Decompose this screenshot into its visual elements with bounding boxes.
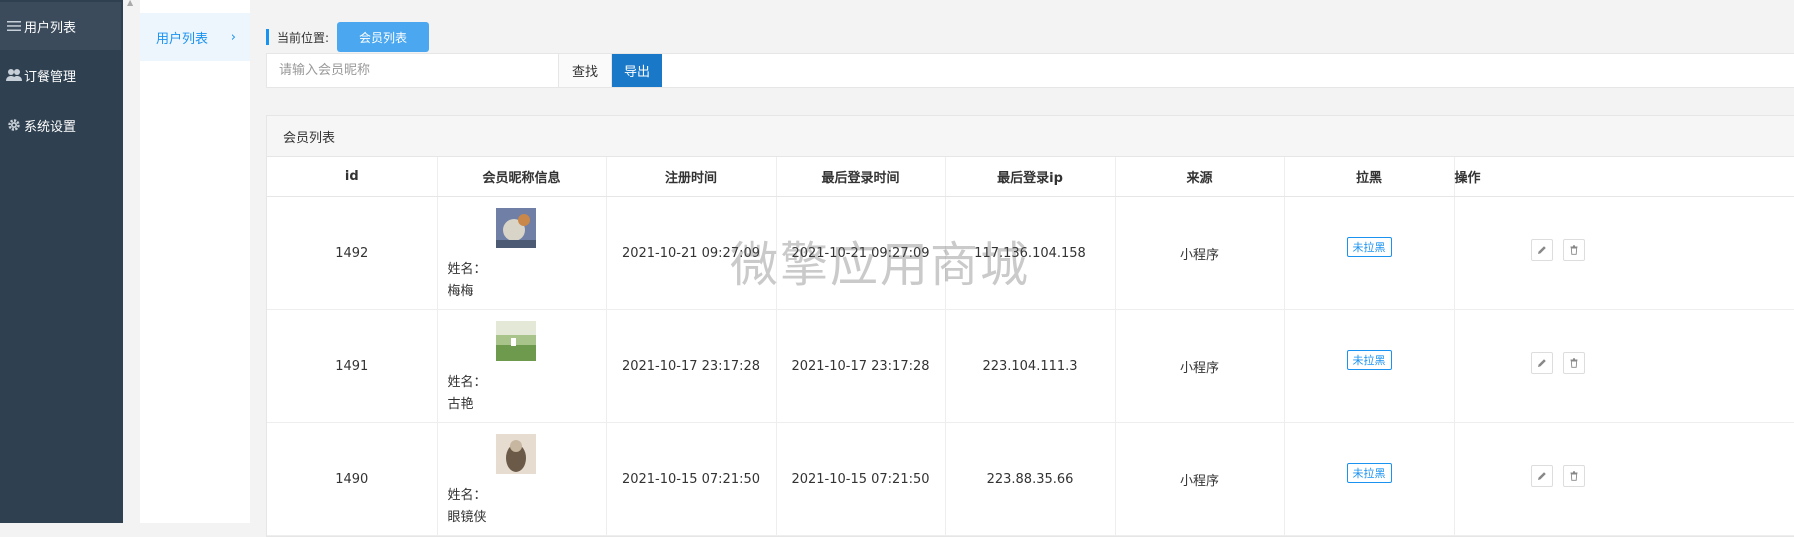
member-name: 梅梅 bbox=[447, 284, 474, 299]
pencil-icon bbox=[1537, 472, 1546, 480]
cell-last-login-time: 2021-10-21 09:27:09 bbox=[776, 196, 946, 310]
cell-source: 小程序 bbox=[1115, 309, 1285, 423]
trash-icon bbox=[1570, 245, 1577, 255]
sidebar-item-user-list[interactable]: 用户列表 bbox=[0, 2, 121, 50]
subnav-item-user-list[interactable]: 用户列表 › bbox=[140, 13, 250, 61]
cell-blacklist: 未拉黑 bbox=[1284, 196, 1455, 310]
table-header-row: id 会员昵称信息 注册时间 最后登录时间 最后登录ip 来源 拉黑 操作 bbox=[267, 157, 1794, 197]
column-header-actions: 操作 bbox=[1454, 157, 1794, 197]
column-header-source: 来源 bbox=[1115, 157, 1285, 197]
breadcrumb-current-button[interactable]: 会员列表 bbox=[337, 22, 430, 52]
cell-last-login-time: 2021-10-15 07:21:50 bbox=[776, 422, 946, 536]
menu-icon bbox=[6, 18, 22, 34]
cell-blacklist: 未拉黑 bbox=[1284, 422, 1455, 536]
name-prefix: 姓名： bbox=[447, 375, 487, 390]
panel-title: 会员列表 bbox=[267, 116, 1794, 157]
cell-last-login-ip: 223.104.111.3 bbox=[945, 309, 1116, 423]
find-button[interactable]: 查找 bbox=[559, 54, 613, 87]
sidebar-item-system-settings[interactable]: 系统设置 bbox=[0, 100, 123, 150]
table-row: 1490 姓名： 眼镜侠 2021-10-15 07:21:50 2021-10… bbox=[267, 422, 1794, 536]
cell-nickname: 姓名： 眼镜侠 bbox=[437, 422, 607, 536]
sub-navigation: 用户列表 › bbox=[140, 0, 250, 523]
edit-button[interactable] bbox=[1530, 352, 1553, 374]
main-content: 当前位置: 会员列表 查找 导出 会员列表 id 会员昵称信息 注册时间 最后登… bbox=[266, 0, 1794, 537]
breadcrumb-marker bbox=[266, 29, 269, 45]
users-icon bbox=[6, 67, 22, 83]
name-prefix: 姓名： bbox=[447, 488, 487, 503]
edit-button[interactable] bbox=[1530, 239, 1553, 261]
sidebar: 用户列表 订餐管理 系统设置 bbox=[0, 0, 123, 523]
delete-button[interactable] bbox=[1562, 465, 1585, 487]
member-name: 眼镜侠 bbox=[447, 510, 487, 525]
column-header-nickname: 会员昵称信息 bbox=[437, 157, 607, 197]
cell-register-time: 2021-10-15 07:21:50 bbox=[606, 422, 777, 536]
delete-button[interactable] bbox=[1562, 352, 1585, 374]
cell-register-time: 2021-10-21 09:27:09 bbox=[606, 196, 777, 310]
blacklist-status-badge[interactable]: 未拉黑 bbox=[1346, 350, 1392, 370]
search-bar: 查找 导出 bbox=[266, 53, 1794, 88]
cell-id: 1492 bbox=[267, 196, 438, 310]
sidebar-item-label: 用户列表 bbox=[24, 20, 77, 36]
blacklist-status-badge[interactable]: 未拉黑 bbox=[1346, 237, 1392, 257]
cell-nickname: 姓名： 梅梅 bbox=[437, 196, 607, 310]
table-row: 1491 姓名： 古艳 2021-10-17 23:17:28 2021-10-… bbox=[267, 309, 1794, 423]
pencil-icon bbox=[1537, 359, 1546, 367]
cell-source: 小程序 bbox=[1115, 196, 1285, 310]
breadcrumb: 当前位置: 会员列表 bbox=[266, 22, 430, 52]
cell-nickname: 姓名： 古艳 bbox=[437, 309, 607, 423]
cell-last-login-time: 2021-10-17 23:17:28 bbox=[776, 309, 946, 423]
sidebar-item-order-management[interactable]: 订餐管理 bbox=[0, 50, 123, 100]
cell-id: 1490 bbox=[267, 422, 438, 536]
edit-button[interactable] bbox=[1530, 465, 1553, 487]
member-name: 古艳 bbox=[447, 397, 474, 412]
cell-blacklist: 未拉黑 bbox=[1284, 309, 1455, 423]
pencil-icon bbox=[1537, 246, 1546, 254]
cell-last-login-ip: 223.88.35.66 bbox=[945, 422, 1116, 536]
sidebar-item-label: 订餐管理 bbox=[24, 69, 77, 85]
avatar bbox=[496, 208, 536, 248]
avatar bbox=[496, 434, 536, 474]
cell-actions bbox=[1454, 309, 1794, 423]
export-button[interactable]: 导出 bbox=[612, 54, 663, 87]
sidebar-item-label: 系统设置 bbox=[24, 119, 77, 135]
gear-icon bbox=[6, 117, 22, 133]
column-header-id: id bbox=[267, 157, 438, 197]
breadcrumb-label: 当前位置: bbox=[277, 30, 330, 45]
trash-icon bbox=[1570, 471, 1577, 481]
cell-id: 1491 bbox=[267, 309, 438, 423]
table-row: 1492 姓名： 梅梅 2021-10-21 09:27:09 2021-10-… bbox=[267, 196, 1794, 310]
subnav-item-label: 用户列表 bbox=[156, 31, 209, 47]
column-header-blacklist: 拉黑 bbox=[1284, 157, 1455, 197]
cell-actions bbox=[1454, 422, 1794, 536]
chevron-right-icon: › bbox=[230, 29, 236, 45]
scroll-up-arrow-icon[interactable]: ▲ bbox=[127, 0, 135, 7]
cell-register-time: 2021-10-17 23:17:28 bbox=[606, 309, 777, 423]
cell-source: 小程序 bbox=[1115, 422, 1285, 536]
cell-last-login-ip: 117.136.104.158 bbox=[945, 196, 1116, 310]
avatar bbox=[496, 321, 536, 361]
name-prefix: 姓名： bbox=[447, 262, 487, 277]
blacklist-status-badge[interactable]: 未拉黑 bbox=[1346, 463, 1392, 483]
cell-actions bbox=[1454, 196, 1794, 310]
member-list-panel: 会员列表 id 会员昵称信息 注册时间 最后登录时间 最后登录ip 来源 拉黑 … bbox=[266, 115, 1794, 537]
member-table: id 会员昵称信息 注册时间 最后登录时间 最后登录ip 来源 拉黑 操作 14… bbox=[267, 157, 1794, 536]
column-header-last-login-time: 最后登录时间 bbox=[776, 157, 946, 197]
search-input[interactable] bbox=[267, 54, 559, 87]
column-header-register-time: 注册时间 bbox=[606, 157, 777, 197]
delete-button[interactable] bbox=[1562, 239, 1585, 261]
trash-icon bbox=[1570, 358, 1577, 368]
column-header-last-login-ip: 最后登录ip bbox=[945, 157, 1116, 197]
